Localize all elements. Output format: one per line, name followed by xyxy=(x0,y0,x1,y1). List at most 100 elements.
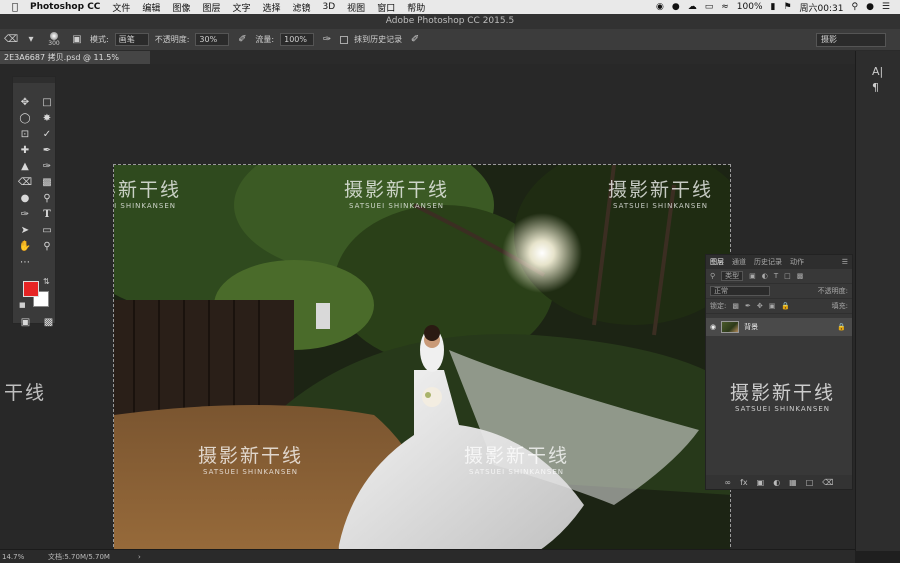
filter-pixel-icon[interactable]: ▣ xyxy=(749,272,756,280)
flow-input[interactable]: 100% xyxy=(280,33,315,46)
search-icon[interactable]: ⚲ xyxy=(851,2,858,12)
marquee-tool-icon[interactable]: □ xyxy=(39,95,55,109)
lock-all-icon[interactable]: 🔒 xyxy=(781,302,790,310)
app-status-icon[interactable]: ● xyxy=(672,2,680,12)
link-layers-icon[interactable]: ∞ xyxy=(724,478,731,487)
menu-view[interactable]: 视图 xyxy=(347,1,365,14)
crop-tool-icon[interactable]: ⊡ xyxy=(17,127,33,141)
default-colors-icon[interactable]: ■ xyxy=(19,301,26,309)
quick-mask-icon[interactable]: ▣ xyxy=(19,315,32,329)
layer-kind-select[interactable]: 类型 xyxy=(721,271,744,281)
add-mask-icon[interactable]: ▣ xyxy=(757,478,765,487)
menu-select[interactable]: 选择 xyxy=(262,1,280,14)
character-panel-icon[interactable]: A| xyxy=(872,65,886,79)
size-pressure-icon[interactable]: ✐ xyxy=(408,33,422,47)
gradient-tool-icon[interactable]: ▩ xyxy=(39,175,55,189)
move-tool-icon[interactable]: ✥ xyxy=(17,95,33,109)
mode-select[interactable]: 画笔 xyxy=(114,33,149,46)
clone-stamp-tool-icon[interactable]: ▲ xyxy=(17,159,33,173)
magic-wand-tool-icon[interactable]: ✸ xyxy=(39,111,55,125)
watermark-bottom-center-left: 摄影新干线 SATSUEI SHINKANSEN xyxy=(198,441,303,476)
filter-adjustment-icon[interactable]: ◐ xyxy=(762,272,768,280)
workspace-select[interactable]: 摄影 xyxy=(816,32,886,47)
adjustment-layer-icon[interactable]: ◐ xyxy=(773,478,780,487)
screen-mode-icon[interactable]: ▩ xyxy=(42,315,55,329)
pen-tool-icon[interactable]: ✑ xyxy=(17,207,33,221)
brush-preset-picker[interactable]: 300 xyxy=(44,32,64,47)
blend-mode-select[interactable]: 正常 xyxy=(710,286,770,296)
brush-panel-toggle-icon[interactable]: ▣ xyxy=(70,33,84,47)
status-menu-chevron-icon[interactable]: › xyxy=(138,553,141,561)
menu-help[interactable]: 帮助 xyxy=(407,1,425,14)
zoom-tool-icon[interactable]: ⚲ xyxy=(39,239,55,253)
document-image[interactable]: 摄影新干线 SATSUEI SHINKANSEN 摄影新干线 SATSUEI S… xyxy=(113,164,731,563)
lock-position-icon[interactable]: ✥ xyxy=(757,302,763,310)
user-avatar-icon[interactable]: ● xyxy=(866,2,874,12)
eyedropper-tool-icon[interactable]: ✓ xyxy=(39,127,55,141)
menu-3d[interactable]: 3D xyxy=(323,2,336,12)
tab-channels[interactable]: 通道 xyxy=(732,257,746,267)
new-layer-icon[interactable]: □ xyxy=(806,478,814,487)
layer-style-icon[interactable]: fx xyxy=(740,478,748,487)
healing-brush-tool-icon[interactable]: ✚ xyxy=(17,143,33,157)
foreground-color-swatch[interactable] xyxy=(23,281,39,297)
menu-type[interactable]: 文字 xyxy=(232,1,250,14)
eraser-tool-icon[interactable]: ⌫ xyxy=(17,175,33,189)
apple-icon[interactable]:  xyxy=(0,2,30,13)
app-name-menu[interactable]: Photoshop CC xyxy=(30,2,100,12)
wifi-icon[interactable]: ≈ xyxy=(721,2,729,12)
lock-transparent-icon[interactable]: ▩ xyxy=(732,302,739,310)
path-selection-tool-icon[interactable]: ➤ xyxy=(17,223,33,237)
record-icon[interactable]: ◉ xyxy=(656,2,664,12)
filter-type-icon[interactable]: T xyxy=(774,272,778,280)
lasso-tool-icon[interactable]: ◯ xyxy=(17,111,33,125)
tab-actions[interactable]: 动作 xyxy=(790,257,804,267)
blur-tool-icon[interactable]: ● xyxy=(17,191,33,205)
watermark-bottom-center-right: 摄影新干线 SATSUEI SHINKANSEN xyxy=(464,441,569,476)
opacity-pressure-icon[interactable]: ✐ xyxy=(235,33,249,47)
airplay-icon[interactable]: ▭ xyxy=(705,2,714,12)
zoom-level[interactable]: 14.7% xyxy=(0,553,48,561)
menu-edit[interactable]: 编辑 xyxy=(142,1,160,14)
delete-layer-icon[interactable]: ⌫ xyxy=(822,478,833,487)
visibility-eye-icon[interactable]: ◉ xyxy=(710,323,716,331)
menu-file[interactable]: 文件 xyxy=(112,1,130,14)
layer-row-background[interactable]: ◉ 背景 🔒 xyxy=(706,318,852,336)
more-tools-icon[interactable]: ⋯ xyxy=(17,255,33,269)
eraser-tool-preset-icon[interactable]: ⌫ xyxy=(4,33,18,47)
flag-icon[interactable]: ⚑ xyxy=(783,2,791,12)
document-tab[interactable]: 2E3A6687 拷贝.psd @ 11.5%(RGB/8) * xyxy=(0,51,150,75)
dodge-tool-icon[interactable]: ⚲ xyxy=(39,191,55,205)
document-size[interactable]: 文档:5.70M/5.70M xyxy=(48,552,138,562)
type-tool-icon[interactable]: T xyxy=(39,207,55,221)
notification-list-icon[interactable]: ☰ xyxy=(882,2,890,12)
menu-filter[interactable]: 滤镜 xyxy=(293,1,311,14)
filter-shape-icon[interactable]: □ xyxy=(784,272,791,280)
paragraph-panel-icon[interactable]: ¶ xyxy=(872,81,886,95)
tab-layers[interactable]: 图层 xyxy=(710,257,724,267)
opacity-input[interactable]: 30% xyxy=(195,33,230,46)
rectangle-tool-icon[interactable]: ▭ xyxy=(39,223,55,237)
menu-image[interactable]: 图像 xyxy=(172,1,190,14)
tab-history[interactable]: 历史记录 xyxy=(754,257,782,267)
menu-layer[interactable]: 图层 xyxy=(202,1,220,14)
watermark-bottom-right: 摄影新干线 SATSUEI SHINKANSEN xyxy=(730,378,835,413)
chevron-down-icon[interactable]: ▾ xyxy=(24,33,38,47)
panel-menu-icon[interactable]: ☰ xyxy=(842,258,852,266)
cloud-icon[interactable]: ☁ xyxy=(688,2,697,12)
brush-tool-icon[interactable]: ✒ xyxy=(39,143,55,157)
new-group-icon[interactable]: ▦ xyxy=(789,478,797,487)
menu-window[interactable]: 窗口 xyxy=(377,1,395,14)
layer-name[interactable]: 背景 xyxy=(744,322,758,332)
history-brush-tool-icon[interactable]: ✑ xyxy=(39,159,55,173)
swap-colors-icon[interactable]: ⇅ xyxy=(43,277,50,286)
battery-icon[interactable]: ▮ xyxy=(771,2,776,12)
clock[interactable]: 周六00:31 xyxy=(800,1,844,14)
hand-tool-icon[interactable]: ✋ xyxy=(17,239,33,253)
airbrush-icon[interactable]: ✑ xyxy=(320,33,334,47)
watermark-fragment-left: 干线 xyxy=(4,378,46,405)
lock-pixels-icon[interactable]: ✒ xyxy=(745,302,751,310)
lock-artboard-icon[interactable]: ▣ xyxy=(769,302,776,310)
erase-to-history-checkbox[interactable] xyxy=(340,35,349,44)
filter-smart-object-icon[interactable]: ▩ xyxy=(797,272,804,280)
